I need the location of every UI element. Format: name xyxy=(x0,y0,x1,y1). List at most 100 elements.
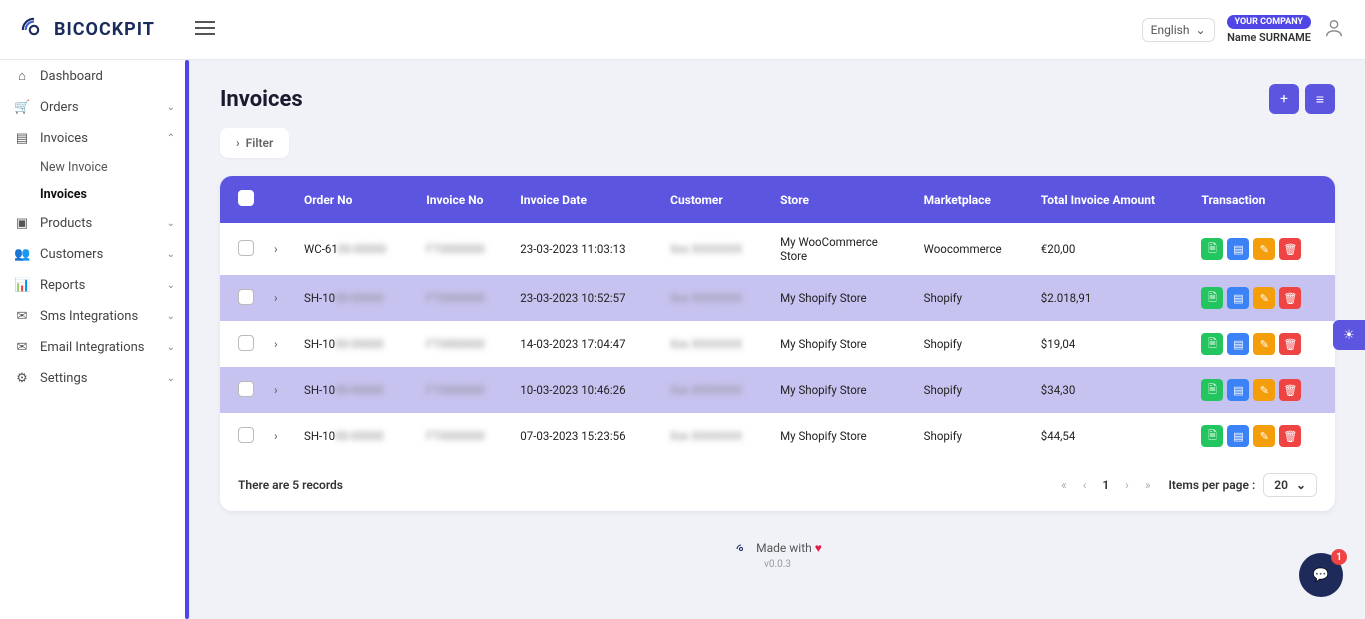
add-invoice-button[interactable]: + xyxy=(1269,84,1299,114)
sidebar-sub-new-invoice[interactable]: New Invoice xyxy=(0,154,189,181)
chat-button[interactable]: 💬 1 xyxy=(1299,553,1343,597)
th-store[interactable]: Store xyxy=(770,176,914,223)
expand-row[interactable]: › xyxy=(274,242,278,256)
doc-icon: ▤ xyxy=(1233,338,1243,351)
view-invoice-button[interactable]: ▤ xyxy=(1227,425,1249,447)
doc-icon: ▤ xyxy=(1233,430,1243,443)
cell-store: My Shopify Store xyxy=(770,413,914,459)
cell-store: My Shopify Store xyxy=(770,321,914,367)
chevron-down-icon: ⌄ xyxy=(167,102,175,113)
cell-amount: $34,30 xyxy=(1031,367,1192,413)
cell-date: 14-03-2023 17:04:47 xyxy=(510,321,660,367)
row-checkbox[interactable] xyxy=(238,427,254,443)
row-checkbox[interactable] xyxy=(238,381,254,397)
doc-icon: ▤ xyxy=(1233,292,1243,305)
cell-store: My WooCommerce Store xyxy=(770,223,914,275)
sidebar-item-reports[interactable]: 📊Reports⌄ xyxy=(0,270,189,301)
list-view-button[interactable]: ≡ xyxy=(1305,84,1335,114)
version: v0.0.3 xyxy=(220,559,1335,570)
edit-invoice-button[interactable]: ✎ xyxy=(1253,425,1275,447)
sidebar-item-invoices[interactable]: ▤Invoices⌃ xyxy=(0,123,189,154)
cell-order: SH-1000-00000 xyxy=(294,413,416,459)
sidebar-item-orders[interactable]: 🛒Orders⌄ xyxy=(0,92,189,123)
chart-icon: 📊 xyxy=(14,278,30,293)
download-invoice-button[interactable]: 🗎 xyxy=(1201,238,1223,260)
file-icon: 🗎 xyxy=(1208,335,1217,354)
th-customer[interactable]: Customer xyxy=(660,176,770,223)
logo[interactable]: BICOCKPIT xyxy=(20,16,155,44)
view-invoice-button[interactable]: ▤ xyxy=(1227,287,1249,309)
theme-toggle[interactable]: ☀ xyxy=(1333,320,1365,350)
cell-invoice: FT0000000 xyxy=(416,367,510,413)
sidebar-item-label: Invoices xyxy=(40,131,88,146)
sidebar-item-settings[interactable]: ⚙Settings⌄ xyxy=(0,363,189,394)
cell-store: My Shopify Store xyxy=(770,367,914,413)
filter-button[interactable]: › Filter xyxy=(220,128,289,158)
expand-row[interactable]: › xyxy=(274,291,278,305)
chevron-down-icon: ⌄ xyxy=(167,373,175,384)
download-invoice-button[interactable]: 🗎 xyxy=(1201,379,1223,401)
chevron-down-icon: ⌄ xyxy=(167,249,175,260)
chevron-down-icon: ⌄ xyxy=(167,218,175,229)
th-invoice[interactable]: Invoice No xyxy=(416,176,510,223)
page-last[interactable]: » xyxy=(1145,478,1151,492)
download-invoice-button[interactable]: 🗎 xyxy=(1201,425,1223,447)
th-marketplace[interactable]: Marketplace xyxy=(914,176,1031,223)
cell-amount: €20,00 xyxy=(1031,223,1192,275)
chevron-right-icon: › xyxy=(236,136,240,150)
row-checkbox[interactable] xyxy=(238,335,254,351)
sidebar-sub-invoices[interactable]: Invoices xyxy=(0,181,189,208)
menu-toggle[interactable] xyxy=(195,21,215,39)
page-prev[interactable]: ‹ xyxy=(1083,478,1087,492)
page-next[interactable]: › xyxy=(1125,478,1129,492)
sidebar-item-products[interactable]: ▣Products⌄ xyxy=(0,208,189,239)
expand-row[interactable]: › xyxy=(274,429,278,443)
select-all-checkbox[interactable] xyxy=(238,190,254,206)
items-per-page-select[interactable]: 20 ⌄ xyxy=(1263,473,1317,497)
download-invoice-button[interactable]: 🗎 xyxy=(1201,333,1223,355)
items-per-page-value: 20 xyxy=(1274,478,1288,492)
plus-icon: + xyxy=(1280,91,1288,107)
delete-invoice-button[interactable]: 🗑 xyxy=(1279,287,1301,309)
invoices-card: Order No Invoice No Invoice Date Custome… xyxy=(220,176,1335,511)
expand-row[interactable]: › xyxy=(274,383,278,397)
expand-row[interactable]: › xyxy=(274,337,278,351)
user-avatar[interactable] xyxy=(1323,17,1345,43)
delete-invoice-button[interactable]: 🗑 xyxy=(1279,379,1301,401)
edit-invoice-button[interactable]: ✎ xyxy=(1253,238,1275,260)
row-actions: 🗎 ▤ ✎🗑 xyxy=(1201,333,1325,355)
file-icon: 🗎 xyxy=(1208,381,1217,400)
sidebar-item-label: Dashboard xyxy=(40,69,103,84)
page-current: 1 xyxy=(1102,478,1109,492)
sidebar-item-email[interactable]: ✉Email Integrations⌄ xyxy=(0,332,189,363)
sidebar-item-sms[interactable]: ✉Sms Integrations⌄ xyxy=(0,301,189,332)
th-order[interactable]: Order No xyxy=(294,176,416,223)
record-count: There are 5 records xyxy=(238,478,343,492)
row-checkbox[interactable] xyxy=(238,289,254,305)
delete-invoice-button[interactable]: 🗑 xyxy=(1279,238,1301,260)
view-invoice-button[interactable]: ▤ xyxy=(1227,379,1249,401)
sidebar-item-customers[interactable]: 👥Customers⌄ xyxy=(0,239,189,270)
main-content: Invoices + ≡ › Filter Order No Invoice N… xyxy=(190,60,1365,619)
th-transaction: Transaction xyxy=(1191,176,1335,223)
table-row: ›WC-6100-00000FT000000023-03-2023 11:03:… xyxy=(220,223,1335,275)
edit-invoice-button[interactable]: ✎ xyxy=(1253,333,1275,355)
th-date[interactable]: Invoice Date xyxy=(510,176,660,223)
delete-invoice-button[interactable]: 🗑 xyxy=(1279,425,1301,447)
chat-badge: 1 xyxy=(1331,549,1347,565)
view-invoice-button[interactable]: ▤ xyxy=(1227,333,1249,355)
row-checkbox[interactable] xyxy=(238,240,254,256)
file-icon: 🗎 xyxy=(1208,427,1217,446)
delete-invoice-button[interactable]: 🗑 xyxy=(1279,333,1301,355)
cell-invoice: FT0000000 xyxy=(416,321,510,367)
language-selector[interactable]: English ⌄ xyxy=(1142,18,1215,42)
edit-invoice-button[interactable]: ✎ xyxy=(1253,287,1275,309)
download-invoice-button[interactable]: 🗎 xyxy=(1201,287,1223,309)
view-invoice-button[interactable]: ▤ xyxy=(1227,238,1249,260)
list-icon: ≡ xyxy=(1316,91,1324,108)
cell-order: SH-1000-00000 xyxy=(294,275,416,321)
sidebar-item-dashboard[interactable]: ⌂Dashboard xyxy=(0,60,189,92)
th-amount[interactable]: Total Invoice Amount xyxy=(1031,176,1192,223)
edit-invoice-button[interactable]: ✎ xyxy=(1253,379,1275,401)
page-first[interactable]: « xyxy=(1061,478,1067,492)
